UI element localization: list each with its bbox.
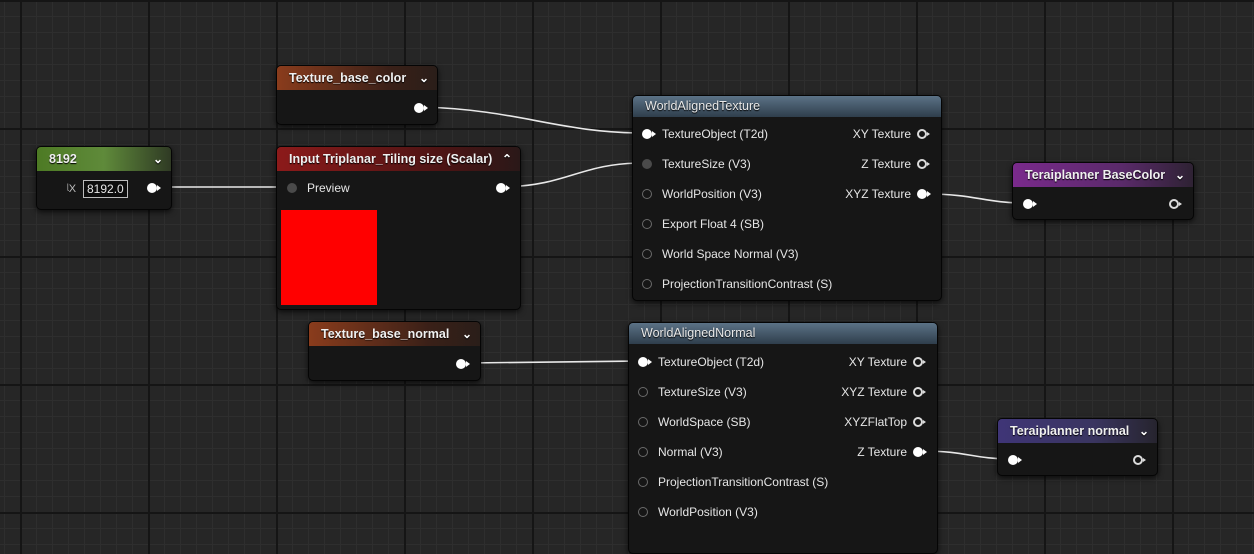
input-label: WorldPosition (V3) [662,187,762,201]
input-label: WorldPosition (V3) [658,505,758,519]
input-label: TextureSize (V3) [662,157,751,171]
constant-node-8192[interactable]: 8192 ⌄ ᶩX 8192.0 [36,146,172,210]
input-label: ProjectionTransitionContrast (S) [658,475,829,489]
input-pin-exportfloat4[interactable] [642,219,652,229]
node-title: Texture_base_color [289,71,407,85]
world-aligned-texture-node[interactable]: WorldAlignedTexture TextureObject (T2d) … [632,95,942,301]
input-label: WorldSpace (SB) [658,415,751,429]
node-title: Teraiplanner normal [1010,424,1130,438]
color-preview-swatch [281,210,377,305]
node-header[interactable]: WorldAlignedTexture [633,96,941,117]
input-pin[interactable] [1008,455,1022,465]
output-label: XYZFlatTop [844,415,907,429]
input-pin[interactable] [1023,199,1037,209]
output-label: XY Texture [852,127,911,141]
node-header[interactable]: Teraiplanner BaseColor ⌄ [1013,163,1193,187]
chevron-down-icon[interactable]: ⌄ [153,147,163,171]
input-label: TextureObject (T2d) [658,355,765,369]
preview-input-pin[interactable] [287,183,297,193]
teraiplanner-normal-node[interactable]: Teraiplanner normal ⌄ [997,418,1158,476]
input-pin-projectioncontrast[interactable] [642,279,652,289]
output-pin[interactable] [496,183,510,193]
output-label: XYZ Texture [841,385,907,399]
output-label: Z Texture [861,157,911,171]
node-title: 8192 [49,152,77,166]
input-label: World Space Normal (V3) [662,247,799,261]
input-pin-worldspace[interactable] [638,417,648,427]
output-label: Z Texture [857,445,907,459]
output-label: XY Texture [848,355,907,369]
input-pin-worldposition[interactable] [638,507,648,517]
chevron-down-icon[interactable]: ⌄ [1175,163,1185,187]
preview-label: Preview [307,181,350,195]
wire-basenormal-to-wanormal [465,360,641,364]
node-title: Input Triplanar_Tiling size (Scalar) [289,152,493,166]
output-pin[interactable] [147,183,161,193]
chevron-down-icon[interactable]: ⌄ [462,322,472,346]
input-label: TextureObject (T2d) [662,127,769,141]
chevron-down-icon[interactable]: ⌄ [419,66,429,90]
input-pin-worldspacenormal[interactable] [642,249,652,259]
node-header[interactable]: Texture_base_normal ⌄ [309,322,480,346]
output-pin-xyz-texture[interactable] [913,387,926,397]
texture-base-color-node[interactable]: Texture_base_color ⌄ [276,65,438,125]
output-pin[interactable] [414,103,428,113]
node-title: WorldAlignedNormal [641,326,756,340]
node-header[interactable]: Teraiplanner normal ⌄ [998,419,1157,443]
input-triplanar-tiling-node[interactable]: Input Triplanar_Tiling size (Scalar) ⌃ P… [276,146,521,310]
input-pin-worldposition[interactable] [642,189,652,199]
value-drag-icon[interactable]: ᶩX [67,183,76,195]
input-pin-projectioncontrast[interactable] [638,477,648,487]
output-pin-xyzflattop[interactable] [913,417,926,427]
chevron-up-icon[interactable]: ⌃ [502,147,512,171]
input-label: Export Float 4 (SB) [662,217,765,231]
input-pin-normal[interactable] [638,447,648,457]
constant-value-field[interactable]: 8192.0 [83,180,128,198]
node-title: WorldAlignedTexture [645,99,761,113]
node-header[interactable]: 8192 ⌄ [37,147,171,171]
input-pin-textureobject[interactable] [638,357,652,367]
world-aligned-normal-node[interactable]: WorldAlignedNormal TextureObject (T2d) T… [628,322,938,554]
input-pin-texturesize[interactable] [642,159,652,169]
wire-triplanar-to-watexture [504,162,645,188]
output-label: XYZ Texture [845,187,911,201]
input-pin-texturesize[interactable] [638,387,648,397]
node-title: Teraiplanner BaseColor [1025,168,1166,182]
output-pin[interactable] [1169,199,1182,209]
wire-basecolor-to-watexture [423,106,645,134]
chevron-down-icon[interactable]: ⌄ [1139,419,1149,443]
teraiplanner-basecolor-node[interactable]: Teraiplanner BaseColor ⌄ [1012,162,1194,220]
texture-base-normal-node[interactable]: Texture_base_normal ⌄ [308,321,481,381]
input-label: Normal (V3) [658,445,723,459]
node-header[interactable]: Input Triplanar_Tiling size (Scalar) ⌃ [277,147,520,171]
node-title: Texture_base_normal [321,327,450,341]
output-pin-xyz-texture[interactable] [917,189,931,199]
input-label: TextureSize (V3) [658,385,747,399]
input-pin-textureobject[interactable] [642,129,656,139]
input-label: ProjectionTransitionContrast (S) [662,277,833,291]
output-pin-xy-texture[interactable] [913,357,926,367]
output-pin-z-texture[interactable] [913,447,927,457]
output-pin-z-texture[interactable] [917,159,930,169]
node-header[interactable]: WorldAlignedNormal [629,323,937,344]
output-pin-xy-texture[interactable] [917,129,930,139]
output-pin[interactable] [1133,455,1146,465]
output-pin[interactable] [456,359,470,369]
node-header[interactable]: Texture_base_color ⌄ [277,66,437,90]
